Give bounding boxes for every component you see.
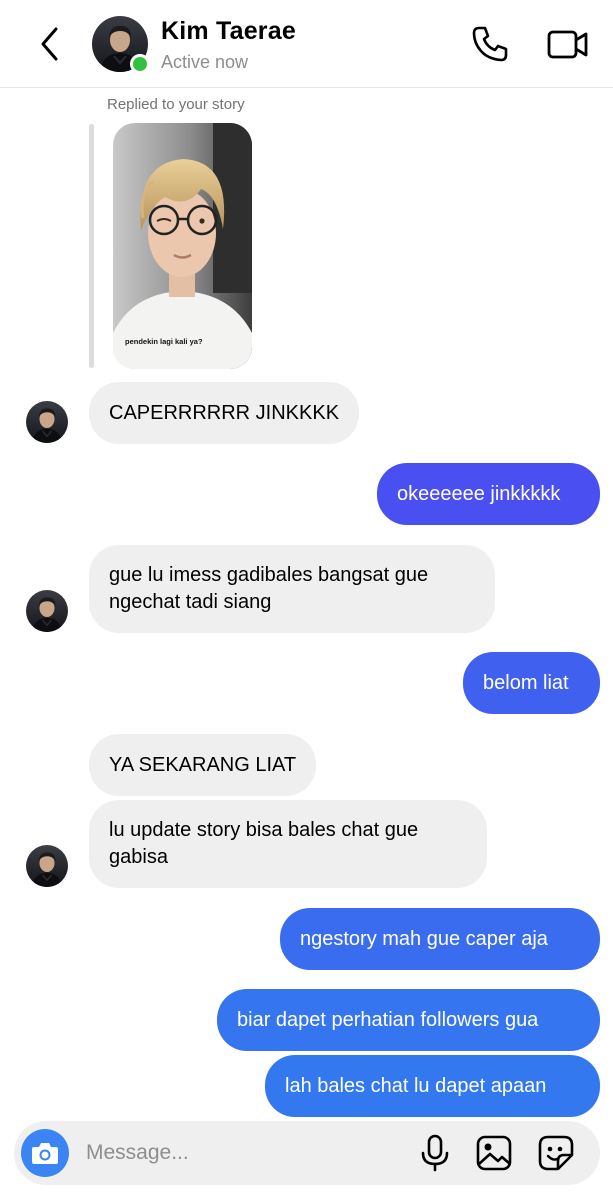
voice-message-button[interactable] <box>417 1133 453 1173</box>
story-image <box>113 123 252 369</box>
video-call-button[interactable] <box>546 24 590 64</box>
incoming-message[interactable]: gue lu imess gadibales bangsat gue ngech… <box>89 545 495 633</box>
sticker-icon <box>538 1135 574 1171</box>
story-text-overlay: pendekin lagi kali ya? <box>125 337 203 346</box>
online-indicator <box>130 54 150 74</box>
reply-indicator-bar <box>89 124 94 368</box>
incoming-message[interactable]: CAPERRRRRR JINKKKK <box>89 382 360 444</box>
microphone-icon <box>421 1134 449 1172</box>
message-composer <box>14 1121 600 1185</box>
outgoing-message[interactable]: biar dapet perhatian followers gua <box>217 989 600 1051</box>
camera-icon <box>32 1143 58 1164</box>
outgoing-message[interactable]: lah bales chat lu dapet apaan <box>265 1055 600 1117</box>
outgoing-message[interactable]: okeeeeee jinkkkkk <box>377 463 600 525</box>
story-thumbnail[interactable]: pendekin lagi kali ya? <box>113 123 252 369</box>
back-button[interactable] <box>30 22 70 66</box>
contact-name[interactable]: Kim Taerae <box>161 17 296 46</box>
incoming-message[interactable]: YA SEKARANG LIAT <box>89 734 317 796</box>
chat-header: Kim Taerae Active now <box>0 0 613 88</box>
incoming-message[interactable]: lu update story bisa bales chat gue gabi… <box>89 800 487 888</box>
outgoing-message[interactable]: ngestory mah gue caper aja <box>280 908 600 970</box>
video-camera-icon <box>547 30 588 59</box>
sender-avatar[interactable] <box>26 401 68 443</box>
chevron-left-icon <box>41 27 58 61</box>
gallery-button[interactable] <box>475 1134 513 1172</box>
sender-avatar[interactable] <box>26 590 68 632</box>
outgoing-message[interactable]: belom liat <box>463 652 600 714</box>
camera-button[interactable] <box>21 1129 69 1177</box>
sticker-button[interactable] <box>537 1134 575 1172</box>
image-icon <box>476 1135 512 1171</box>
sender-avatar[interactable] <box>26 845 68 887</box>
message-input[interactable] <box>86 1133 396 1173</box>
audio-call-button[interactable] <box>470 24 510 64</box>
contact-avatar[interactable] <box>92 16 150 74</box>
contact-status: Active now <box>161 52 249 72</box>
story-reply-caption: Replied to your story <box>107 96 245 113</box>
phone-icon <box>472 26 508 62</box>
